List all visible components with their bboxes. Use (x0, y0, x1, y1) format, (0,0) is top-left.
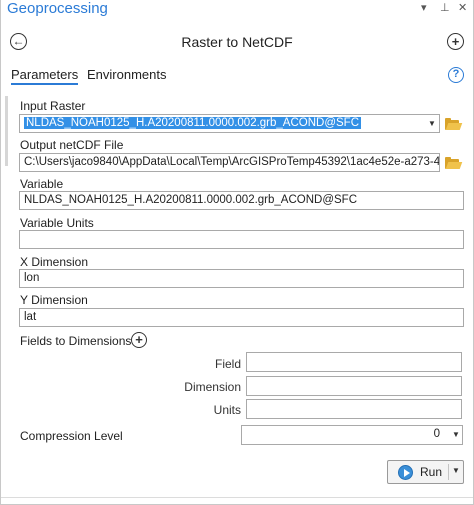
pin-icon[interactable]: ⊥ (440, 2, 450, 14)
plus-icon: + (451, 33, 460, 49)
chevron-down-icon[interactable]: ▼ (425, 115, 439, 132)
chevron-down-icon[interactable]: ▼ (450, 426, 462, 443)
plus-icon: + (135, 332, 143, 347)
dimension-input[interactable] (246, 376, 462, 396)
active-param-indicator (5, 96, 8, 166)
play-icon (398, 465, 413, 480)
variable-input[interactable]: NLDAS_NOAH0125_H.A20200811.0000.002.grb_… (19, 191, 464, 210)
pane-bottom-divider (1, 497, 473, 498)
compression-level-value: 0 (433, 428, 440, 440)
pane-titlebar: Geoprocessing ▾ ⊥ ✕ (1, 0, 473, 20)
variable-units-input[interactable] (19, 230, 464, 249)
y-dimension-label: Y Dimension (20, 293, 88, 307)
field-input[interactable] (246, 352, 462, 372)
compression-level-stepper[interactable]: 0 ▼ (241, 425, 463, 445)
fields-to-dimensions-label: Fields to Dimensions (20, 334, 132, 348)
geoprocessing-pane: Geoprocessing ▾ ⊥ ✕ ← Raster to NetCDF +… (0, 0, 474, 505)
tab-parameters[interactable]: Parameters (11, 67, 79, 85)
output-file-input[interactable]: C:\Users\jaco9840\AppData\Local\Temp\Arc… (19, 153, 440, 172)
input-raster-label: Input Raster (20, 99, 86, 113)
units-input[interactable] (246, 399, 462, 419)
add-field-button[interactable]: + (131, 332, 147, 348)
run-button[interactable]: Run ▼ (387, 460, 464, 484)
browse-output-folder-icon[interactable] (445, 157, 463, 169)
output-file-label: Output netCDF File (20, 138, 124, 152)
dimension-label: Dimension (184, 380, 241, 394)
tab-environments[interactable]: Environments (87, 67, 166, 82)
x-dimension-input[interactable]: lon (19, 269, 464, 288)
tool-header: ← Raster to NetCDF + (1, 28, 473, 56)
units-label: Units (213, 403, 241, 417)
input-raster-dropdown[interactable]: NLDAS_NOAH0125_H.A20200811.0000.002.grb_… (19, 114, 440, 133)
pane-title: Geoprocessing (7, 0, 108, 17)
input-raster-value: NLDAS_NOAH0125_H.A20200811.0000.002.grb_… (24, 117, 362, 129)
close-icon[interactable]: ✕ (458, 2, 467, 14)
variable-units-label: Variable Units (20, 216, 94, 230)
y-dimension-input[interactable]: lat (19, 308, 464, 327)
pane-options-icon[interactable]: ▾ (421, 2, 427, 14)
tool-title: Raster to NetCDF (181, 34, 293, 50)
browse-input-folder-icon[interactable] (445, 118, 463, 130)
field-label: Field (214, 357, 241, 371)
run-options-chevron-icon[interactable]: ▼ (452, 466, 460, 475)
run-divider (448, 464, 449, 480)
x-dimension-label: X Dimension (20, 255, 89, 269)
compression-level-label: Compression Level (20, 429, 123, 443)
help-icon[interactable]: ? (448, 67, 464, 83)
run-label: Run (420, 465, 443, 479)
add-button[interactable]: + (447, 33, 464, 50)
variable-label: Variable (20, 177, 64, 191)
